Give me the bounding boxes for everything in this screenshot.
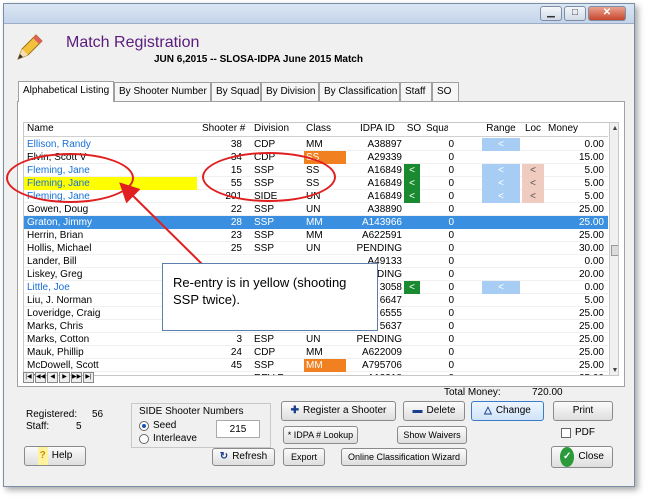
annotation-callout: Re-entry is in yellow (shooting SSP twic…: [162, 263, 378, 331]
match-registration-window: ▁ □ ✕ Match Registration JUN 6,2015 -- S…: [3, 3, 635, 487]
annotation-arrow-icon: [119, 182, 205, 267]
